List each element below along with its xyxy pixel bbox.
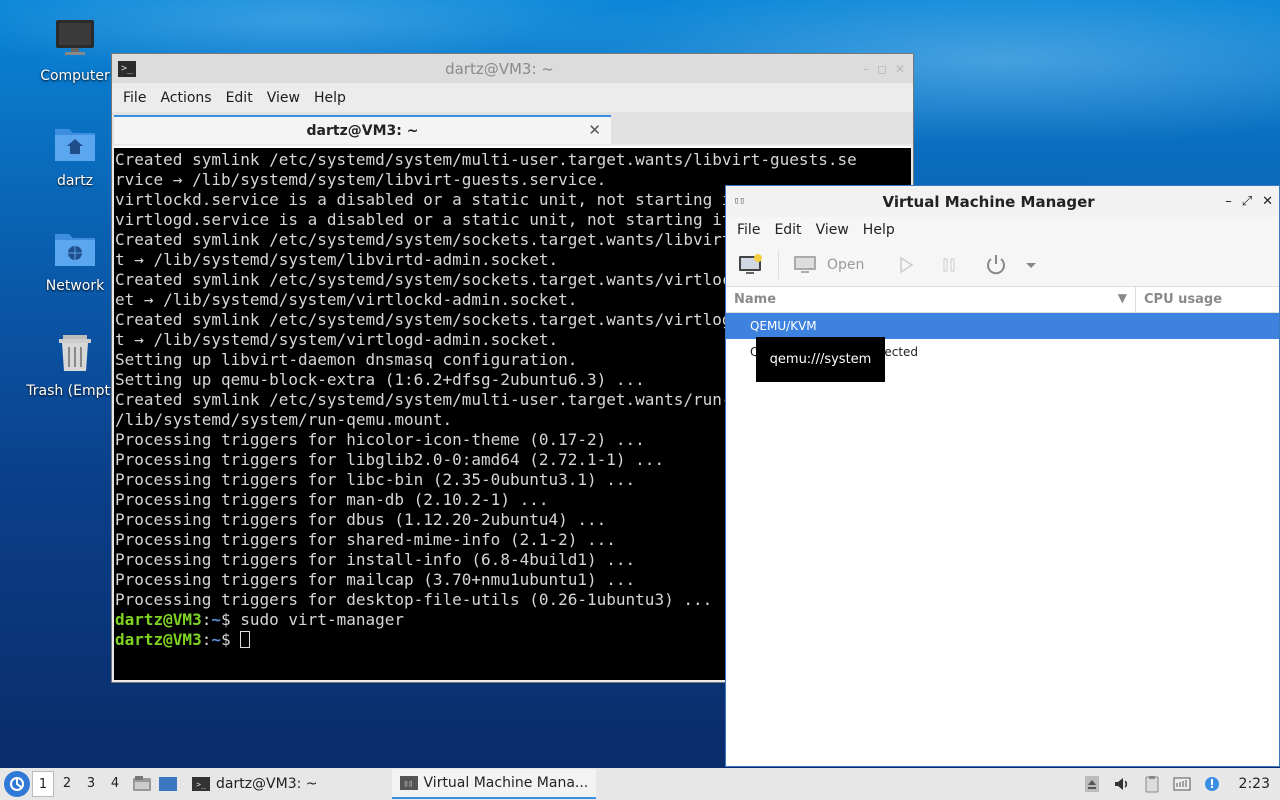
task-label: dartz@VM3: ~ bbox=[216, 776, 318, 792]
play-icon bbox=[900, 256, 914, 273]
open-button-label: Open bbox=[827, 256, 865, 273]
connection-tooltip: qemu:///system bbox=[756, 337, 885, 382]
menu-help[interactable]: Help bbox=[856, 222, 902, 238]
menu-view[interactable]: View bbox=[260, 90, 307, 106]
prompt-path: ~ bbox=[211, 630, 221, 649]
taskbar-item-vmm[interactable]: ▯▯ Virtual Machine Mana... bbox=[391, 769, 597, 799]
terminal-app-icon: >_ bbox=[118, 60, 136, 77]
sort-arrow-icon: ▼ bbox=[1117, 291, 1127, 305]
desktop-icon-label: Computer bbox=[40, 68, 110, 84]
column-header-cpu[interactable]: CPU usage bbox=[1136, 292, 1222, 307]
workspace-3[interactable]: 3 bbox=[80, 771, 102, 797]
taskbar: 1 2 3 4 >_ dartz@VM3: ~ ▯▯ Virtual Machi… bbox=[0, 768, 1280, 800]
pause-icon bbox=[943, 258, 955, 271]
vm-list-header: Name ▼ CPU usage bbox=[726, 287, 1279, 313]
start-menu-button[interactable] bbox=[4, 771, 30, 797]
minimize-icon[interactable]: – bbox=[863, 62, 869, 76]
terminal-output-line: Created symlink /etc/systemd/system/mult… bbox=[115, 150, 857, 169]
desktop-icon-home[interactable]: dartz bbox=[25, 123, 125, 189]
desktop-icon-label: dartz bbox=[56, 173, 94, 189]
prompt-path: ~ bbox=[211, 610, 221, 629]
chevron-down-icon bbox=[1026, 262, 1037, 268]
eject-icon[interactable] bbox=[1083, 775, 1101, 793]
taskbar-item-terminal[interactable]: >_ dartz@VM3: ~ bbox=[184, 769, 326, 799]
volume-icon[interactable] bbox=[1113, 775, 1131, 793]
menu-edit[interactable]: Edit bbox=[219, 90, 260, 106]
clock[interactable]: 2:23 bbox=[1239, 776, 1270, 792]
menu-help[interactable]: Help bbox=[307, 90, 353, 106]
terminal-icon: >_ bbox=[192, 777, 210, 791]
close-icon[interactable]: ✕ bbox=[895, 62, 905, 76]
system-tray: 2:23 bbox=[1083, 768, 1270, 800]
terminal-menubar: File Actions Edit View Help bbox=[112, 83, 913, 112]
shutdown-button[interactable] bbox=[984, 249, 1008, 281]
tab-close-icon[interactable]: ✕ bbox=[588, 121, 601, 139]
file-manager-icon[interactable] bbox=[132, 775, 152, 793]
terminal-cursor bbox=[240, 631, 251, 648]
prompt-dollar: $ bbox=[220, 630, 241, 649]
clipboard-icon[interactable] bbox=[1143, 775, 1161, 793]
vmm-toolbar: Open bbox=[726, 243, 1279, 287]
vmm-titlebar[interactable]: ▯▯ Virtual Machine Manager – ⤢ ✕ bbox=[726, 186, 1279, 217]
show-desktop-icon[interactable] bbox=[158, 775, 178, 793]
computer-icon bbox=[56, 20, 94, 55]
menu-view[interactable]: View bbox=[809, 222, 856, 238]
desktop-icon-computer[interactable]: Computer bbox=[25, 18, 125, 84]
desktop-icon-network[interactable]: Network bbox=[25, 228, 125, 294]
vmm-menubar: File Edit View Help bbox=[726, 217, 1279, 243]
menu-edit[interactable]: Edit bbox=[767, 222, 808, 238]
workspace-1[interactable]: 1 bbox=[32, 771, 54, 797]
column-cpu-label: CPU usage bbox=[1144, 292, 1223, 307]
desktop-icon-label: Network bbox=[45, 278, 105, 294]
trash-icon bbox=[59, 335, 91, 371]
terminal-tab-label: dartz@VM3: ~ bbox=[306, 122, 419, 139]
terminal-titlebar[interactable]: >_ dartz@VM3: ~ – ◻ ✕ bbox=[112, 54, 913, 83]
shutdown-menu-button[interactable] bbox=[1024, 249, 1038, 281]
menu-actions[interactable]: Actions bbox=[153, 90, 218, 106]
connection-row[interactable]: QEMU/KVM bbox=[726, 313, 1279, 339]
vmm-window-title: Virtual Machine Manager bbox=[882, 192, 1095, 211]
tooltip-text: qemu:///system bbox=[769, 352, 872, 367]
prompt-user: dartz@VM3 bbox=[115, 610, 202, 629]
prompt-separator: : bbox=[201, 630, 212, 649]
prompt-user: dartz@VM3 bbox=[115, 630, 202, 649]
column-header-name[interactable]: Name ▼ bbox=[726, 287, 1136, 312]
menu-file[interactable]: File bbox=[116, 90, 153, 106]
new-vm-icon bbox=[739, 253, 762, 274]
open-button[interactable]: Open bbox=[793, 249, 864, 281]
vmm-icon: ▯▯ bbox=[399, 776, 418, 790]
column-name-label: Name bbox=[734, 292, 777, 307]
lubuntu-logo-icon bbox=[10, 777, 24, 791]
run-button[interactable] bbox=[898, 249, 914, 281]
terminal-command: sudo virt-manager bbox=[240, 610, 405, 629]
power-icon bbox=[987, 254, 1006, 274]
terminal-tab[interactable]: dartz@VM3: ~ ✕ bbox=[114, 115, 611, 144]
prompt-dollar: $ bbox=[220, 610, 241, 629]
connection-name: QEMU/KVM bbox=[750, 319, 817, 333]
vmm-window[interactable]: ▯▯ Virtual Machine Manager – ⤢ ✕ File Ed… bbox=[725, 185, 1280, 767]
maximize-icon[interactable]: ⤢ bbox=[1242, 194, 1252, 209]
menu-file[interactable]: File bbox=[730, 222, 767, 238]
network-folder-icon bbox=[55, 234, 95, 266]
terminal-tabbar: dartz@VM3: ~ ✕ bbox=[112, 112, 913, 144]
prompt-separator: : bbox=[201, 610, 212, 629]
vmm-app-icon: ▯▯ bbox=[734, 195, 745, 206]
monitor-icon bbox=[794, 255, 816, 273]
pause-button[interactable] bbox=[942, 249, 956, 281]
toolbar-separator bbox=[778, 250, 779, 279]
home-folder-icon bbox=[55, 129, 95, 161]
maximize-icon[interactable]: ◻ bbox=[877, 62, 887, 76]
workspace-2[interactable]: 2 bbox=[56, 771, 78, 797]
workspace-4[interactable]: 4 bbox=[104, 771, 126, 797]
desktop-icon-trash[interactable]: Trash (Empty) bbox=[25, 333, 125, 399]
desktop-icon-label: Trash (Empty) bbox=[26, 383, 124, 399]
terminal-window-title: dartz@VM3: ~ bbox=[445, 59, 554, 78]
new-vm-button[interactable] bbox=[738, 249, 764, 281]
network-icon[interactable] bbox=[1173, 775, 1191, 793]
update-notifier-icon[interactable] bbox=[1203, 775, 1221, 793]
task-label: Virtual Machine Mana... bbox=[423, 775, 589, 791]
minimize-icon[interactable]: – bbox=[1225, 194, 1232, 209]
close-icon[interactable]: ✕ bbox=[1262, 194, 1273, 209]
